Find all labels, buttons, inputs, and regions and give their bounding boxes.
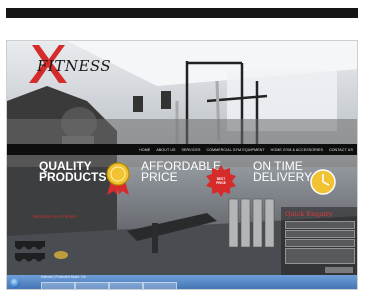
nav-about-us[interactable]: ABOUT US [156, 148, 175, 152]
enquiry-submit-button[interactable] [325, 267, 353, 273]
nav-home-gym-accessories[interactable]: HOME GYM & ACCESSORIES [271, 148, 323, 152]
clock-icon [310, 169, 336, 195]
enquiry-title: Quick Enquiry [285, 210, 333, 218]
nav-contact-us[interactable]: CONTACT US [329, 148, 353, 152]
badge-line: PRICE [216, 180, 226, 185]
price-badge-text: BEST PRICE [210, 177, 232, 185]
taskbar-button[interactable] [41, 282, 75, 289]
feature-line: PRODUCTS [39, 170, 107, 184]
quick-enquiry-panel: Quick Enquiry [281, 207, 357, 279]
taskbar-button[interactable] [109, 282, 143, 289]
logo-text: FITNESS [37, 57, 112, 75]
taskbar-button[interactable] [75, 282, 109, 289]
enquiry-field-message[interactable] [285, 248, 355, 264]
enquiry-field-name[interactable] [285, 221, 355, 229]
enquiry-field-phone[interactable] [285, 239, 355, 247]
windows-start-icon[interactable] [10, 278, 20, 288]
taskbar: Internet | Protected Mode: On [7, 275, 357, 289]
feature-quality-products: QUALITY PRODUCTS [39, 160, 109, 203]
main-navigation: HOME ABOUT US SERVICES COMMERCIAL GYM EQ… [7, 144, 357, 155]
website-screenshot: FITNESS HOME ABOUT US SERVICES COMMERCIA… [6, 40, 358, 290]
nav-commercial-gym-equipment[interactable]: COMMERCIAL GYM EQUIPMENT [206, 148, 264, 152]
enquiry-field-email[interactable] [285, 230, 355, 238]
status-bar-text: Internet | Protected Mode: On [41, 275, 86, 279]
nav-home[interactable]: HOME [139, 148, 150, 152]
taskbar-button[interactable] [143, 282, 177, 289]
top-bar [6, 8, 358, 18]
medal-icon [106, 162, 130, 195]
nav-services[interactable]: SERVICES [182, 148, 201, 152]
welcome-text: Welcome to X Fitness [33, 214, 77, 219]
